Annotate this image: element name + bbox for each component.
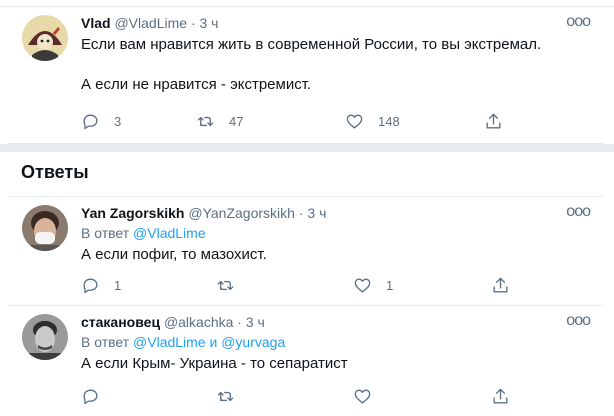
retweet-button[interactable]: 47 [196,110,243,132]
reply-button[interactable]: 3 [81,110,121,132]
author-handle[interactable]: @alkachka [164,314,233,330]
author-name[interactable]: Vlad [81,15,111,31]
avatar[interactable] [22,314,68,360]
section-gap [0,144,614,152]
avatar[interactable] [22,15,68,61]
share-icon [486,113,501,129]
avatar[interactable] [22,205,68,251]
like-button[interactable] [353,385,386,407]
reply-conjunction: и [209,334,218,350]
heart-icon [354,388,371,404]
heart-icon [354,277,371,293]
retweet-button[interactable] [216,385,249,407]
reply-context: В ответ @VladLime [81,223,594,243]
reply-tweet[interactable]: Yan Zagorskikh @YanZagorskikh · 3 ч ooo … [8,197,604,306]
share-icon [493,388,508,404]
retweet-button[interactable] [216,274,249,296]
timestamp[interactable]: 3 ч [246,314,265,330]
tweet-header: Vlad @VladLime · 3 ч [81,13,594,33]
retweet-count: 47 [229,113,244,129]
mention-link[interactable]: @yurvaga [221,334,285,350]
share-button[interactable] [491,385,510,407]
main-tweet[interactable]: Vlad @VladLime · 3 ч ooo Если вам нравит… [8,7,604,144]
timestamp[interactable]: 3 ч [307,205,326,221]
tweet-actions: 1 1 [81,274,511,296]
reply-context: В ответ @VladLime и @yurvaga [81,332,594,352]
tweet-text-line-2: А если не нравится - экстремист. [81,76,312,93]
reply-icon [83,388,98,404]
share-icon [493,277,508,293]
reply-button[interactable] [81,385,114,407]
share-button[interactable] [484,110,503,132]
more-icon[interactable]: ooo [566,13,591,31]
separator: · [190,15,196,31]
like-button[interactable]: 1 [353,274,393,296]
reply-count: 1 [114,277,122,293]
reply-prefix: В ответ [81,334,130,350]
tweet-header: Yan Zagorskikh @YanZagorskikh · 3 ч [81,203,594,223]
retweet-icon [197,116,214,126]
tweet-text: А если пофиг, то мазохист. [81,246,267,263]
separator: · [298,205,304,221]
author-name[interactable]: Yan Zagorskikh [81,205,184,221]
timestamp[interactable]: 3 ч [200,15,219,31]
top-edge [0,0,614,7]
reply-button[interactable]: 1 [81,274,121,296]
reply-tweet[interactable]: стакановец @alkachka · 3 ч ooo В ответ @… [8,306,604,416]
mention-link[interactable]: @VladLime [133,334,206,350]
reply-icon [83,277,98,293]
reply-count: 3 [114,113,122,129]
more-icon[interactable]: ooo [566,203,591,221]
separator: · [237,314,242,330]
reply-prefix: В ответ [81,225,130,241]
like-count: 1 [386,277,394,293]
like-button[interactable]: 148 [345,110,400,132]
heart-icon [346,113,363,129]
more-icon[interactable]: ooo [566,312,591,330]
retweet-icon [217,280,234,290]
author-name[interactable]: стакановец [81,314,160,330]
section-title: Ответы [21,162,89,182]
tweet-text-line-1: Если вам нравится жить в современной Рос… [81,36,542,53]
author-handle[interactable]: @VladLime [114,15,187,31]
retweet-icon [217,391,234,401]
reply-icon [83,113,98,129]
tweet-actions [81,385,511,407]
author-handle[interactable]: @YanZagorskikh [188,205,295,221]
share-button[interactable] [491,274,510,296]
tweet-text: А если Крым- Украина - то сепаратист [81,355,348,372]
replies-header: Ответы [8,152,604,197]
tweet-header: стакановец @alkachka · 3 ч [81,312,594,332]
tweet-actions: 3 47 148 [81,110,511,132]
mention-link[interactable]: @VladLime [133,225,206,241]
like-count: 148 [378,113,400,129]
